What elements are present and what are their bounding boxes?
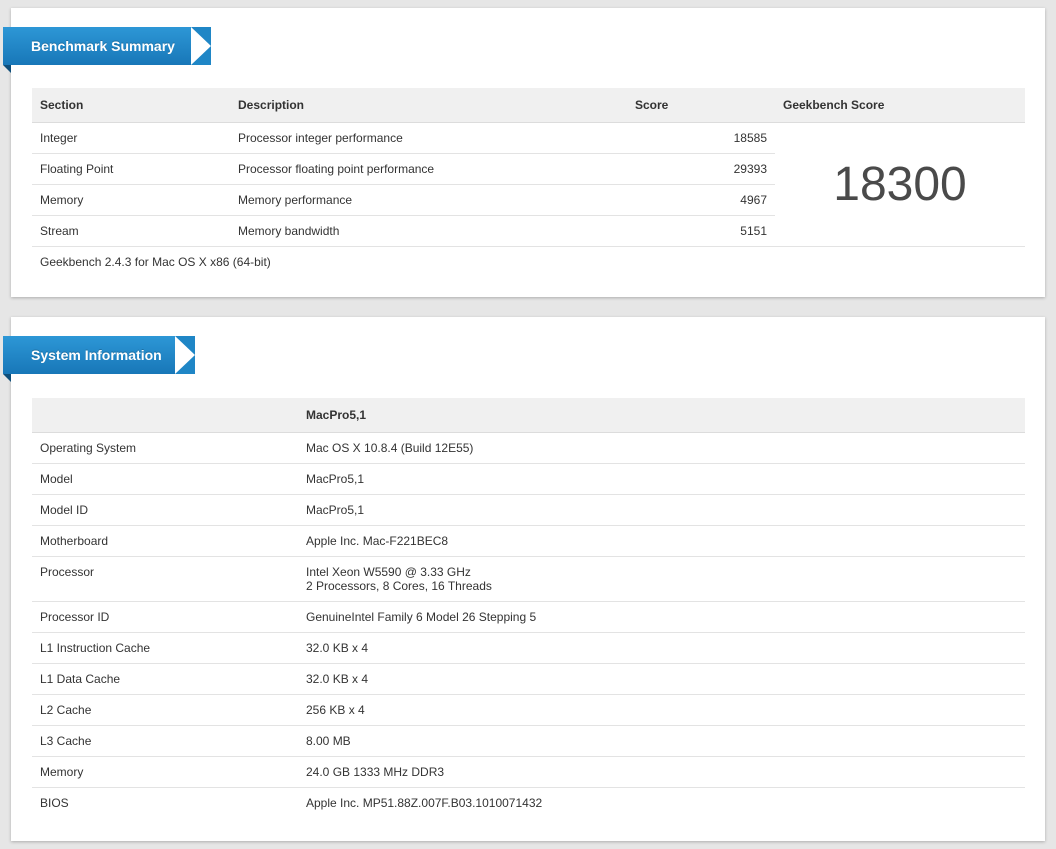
- row-value: GenuineIntel Family 6 Model 26 Stepping …: [298, 601, 1025, 633]
- system-information-table: MacPro5,1 Operating System Mac OS X 10.8.…: [32, 398, 1025, 818]
- row-label: Memory: [32, 756, 298, 788]
- row-label: L2 Cache: [32, 694, 298, 726]
- row-description: Processor integer performance: [230, 122, 627, 154]
- row-label: Model: [32, 463, 298, 495]
- row-value: Apple Inc. MP51.88Z.007F.B03.1010071432: [306, 795, 543, 810]
- row-label: Motherboard: [32, 525, 298, 557]
- column-header-machine: MacPro5,1: [298, 398, 1025, 433]
- row-description: Processor floating point performance: [230, 153, 627, 185]
- row-value: 32.0 KB x 4: [298, 663, 1025, 695]
- processor-model: Intel Xeon W5590 @ 3.33 GHz: [306, 564, 471, 579]
- row-value: Intel Xeon W5590 @ 3.33 GHz 2 Processors…: [298, 556, 1025, 602]
- row-label: L1 Data Cache: [32, 663, 298, 695]
- row-label: L3 Cache: [32, 725, 298, 757]
- row-value: 24.0 GB 1333 MHz DDR3: [298, 756, 1025, 788]
- row-score: 5151: [627, 215, 775, 247]
- table-row: L1 Instruction Cache 32.0 KB x 4: [32, 632, 1025, 664]
- row-description: Memory performance: [230, 184, 627, 216]
- system-information-title: System Information: [3, 336, 195, 382]
- row-score: 29393: [627, 153, 775, 185]
- row-section: Stream: [32, 215, 230, 247]
- row-value: 8.00 MB: [298, 725, 1025, 757]
- table-row: L3 Cache 8.00 MB: [32, 725, 1025, 757]
- table-row: L1 Data Cache 32.0 KB x 4: [32, 663, 1025, 695]
- benchmark-version-note: Geekbench 2.4.3 for Mac OS X x86 (64-bit…: [40, 254, 271, 269]
- table-row: Memory 24.0 GB 1333 MHz DDR3: [32, 756, 1025, 788]
- table-row: Motherboard Apple Inc. Mac-F221BEC8: [32, 525, 1025, 557]
- table-header-row: Section Description Score Geekbench Scor…: [32, 88, 1025, 123]
- row-label: Model ID: [32, 494, 298, 526]
- table-row: Operating System Mac OS X 10.8.4 (Build 1…: [32, 432, 1025, 464]
- row-value: MacPro5,1: [298, 463, 1025, 495]
- row-value: MacPro5,1: [298, 494, 1025, 526]
- table-row: L2 Cache 256 KB x 4: [32, 694, 1025, 726]
- row-score: 4967: [627, 184, 775, 216]
- benchmark-summary-title: Benchmark Summary: [3, 27, 211, 73]
- row-label: BIOS: [40, 795, 69, 810]
- table-row: Integer Processor integer performance 18…: [32, 122, 1025, 247]
- row-description: Memory bandwidth: [230, 215, 627, 247]
- row-section: Memory: [32, 184, 230, 216]
- row-label: Operating System: [32, 432, 298, 464]
- column-header-blank: [32, 398, 298, 433]
- column-header-section: Section: [32, 88, 230, 123]
- table-row: Model ID MacPro5,1: [32, 494, 1025, 526]
- table-row: Model MacPro5,1: [32, 463, 1025, 495]
- row-value: Apple Inc. Mac-F221BEC8: [298, 525, 1025, 557]
- ribbon-fold: [3, 374, 11, 382]
- processor-topology: 2 Processors, 8 Cores, 16 Threads: [306, 578, 492, 593]
- row-label: Processor: [32, 556, 298, 602]
- system-information-panel: System Information MacPro5,1 Operating S…: [3, 317, 1045, 841]
- row-value: 256 KB x 4: [298, 694, 1025, 726]
- row-section: Floating Point: [32, 153, 230, 185]
- column-header-geekbench-score: Geekbench Score: [775, 88, 1025, 123]
- table-footer-row: Geekbench 2.4.3 for Mac OS X x86 (64-bit…: [32, 246, 1025, 277]
- table-row: BIOS Apple Inc. MP51.88Z.007F.B03.1010071…: [32, 787, 1025, 818]
- row-label: Processor ID: [32, 601, 298, 633]
- table-row: Processor ID GenuineIntel Family 6 Model …: [32, 601, 1025, 633]
- ribbon-fold: [3, 65, 11, 73]
- row-value: Mac OS X 10.8.4 (Build 12E55): [298, 432, 1025, 464]
- row-label: L1 Instruction Cache: [32, 632, 298, 664]
- geekbench-score-value: 18300: [775, 122, 1025, 247]
- table-header-row: MacPro5,1: [32, 398, 1025, 433]
- row-section: Integer: [32, 122, 230, 154]
- table-row: Processor Intel Xeon W5590 @ 3.33 GHz 2 …: [32, 556, 1025, 602]
- row-score: 18585: [627, 122, 775, 154]
- benchmark-summary-panel: Benchmark Summary Section Description Sc…: [3, 8, 1045, 297]
- benchmark-table: Section Description Score Geekbench Scor…: [32, 88, 1025, 277]
- column-header-score: Score: [627, 88, 775, 123]
- row-value: 32.0 KB x 4: [298, 632, 1025, 664]
- column-header-description: Description: [230, 88, 627, 123]
